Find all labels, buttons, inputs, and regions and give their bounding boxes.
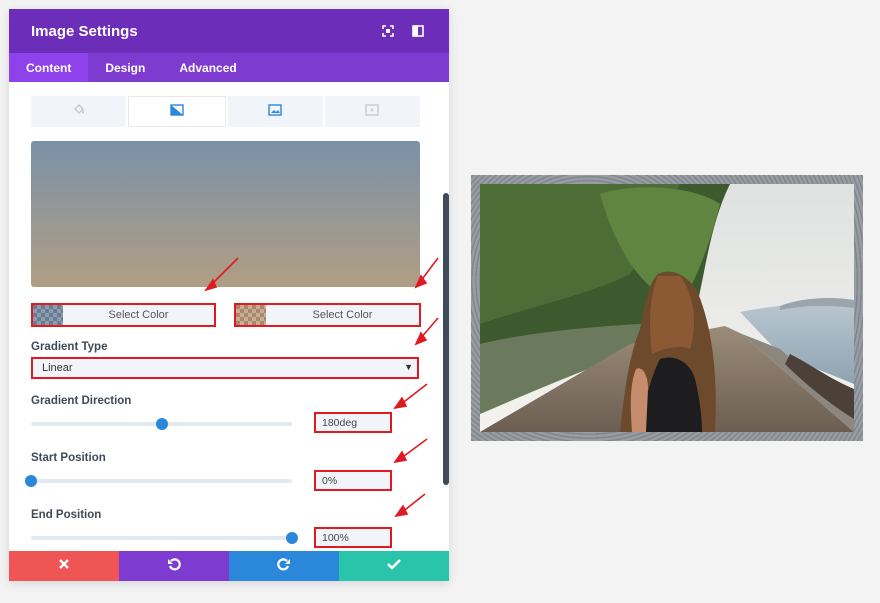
- photo-frame: [471, 175, 863, 441]
- photo: [480, 184, 854, 432]
